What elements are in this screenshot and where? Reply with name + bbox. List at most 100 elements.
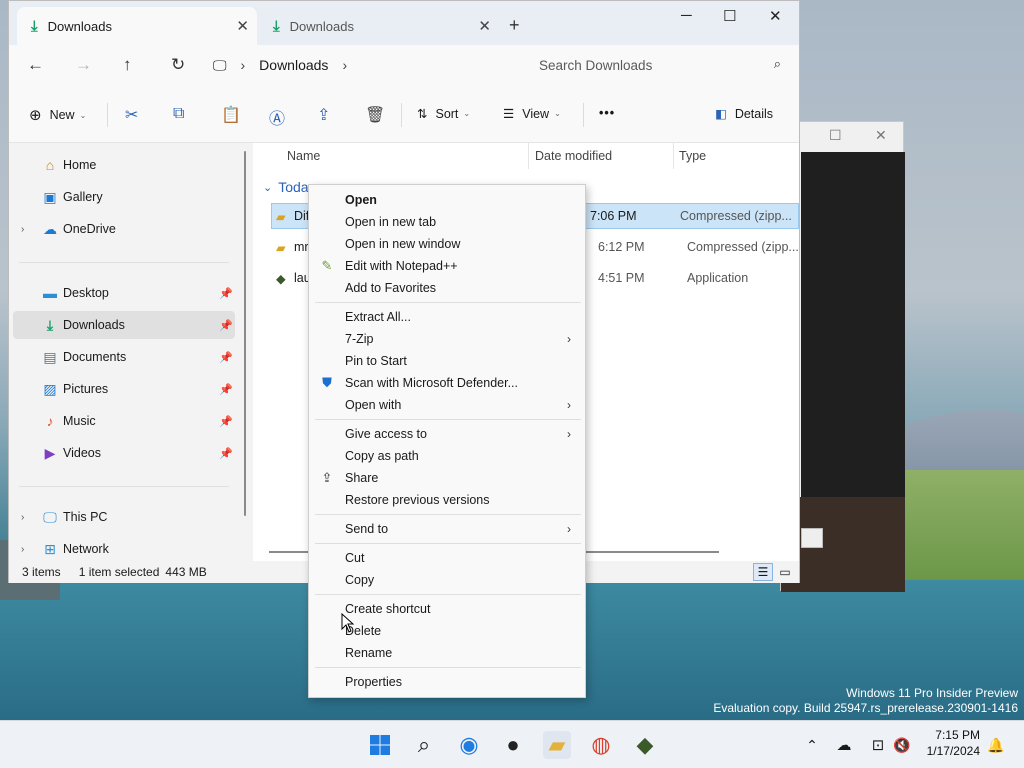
menu-item-give-access[interactable]: Give access to › bbox=[309, 423, 585, 445]
menu-item-add-favorites[interactable]: Add to Favorites bbox=[309, 277, 585, 299]
copy-icon[interactable]: ⧉ bbox=[173, 105, 184, 123]
expand-chevron-icon[interactable]: › bbox=[21, 512, 24, 523]
selection-count: 1 item selected bbox=[78, 565, 160, 579]
menu-item-restore-versions[interactable]: Restore previous versions bbox=[309, 489, 585, 511]
up-button[interactable]: ↑ bbox=[123, 55, 132, 75]
refresh-button[interactable]: ↻ bbox=[171, 55, 185, 75]
expand-chevron-icon[interactable]: › bbox=[21, 224, 24, 235]
chrome-icon[interactable]: ◍ bbox=[587, 731, 615, 759]
menu-item-scan-defender[interactable]: ⛊ Scan with Microsoft Defender... bbox=[309, 372, 585, 394]
sidebar-item-downloads[interactable]: ⤓ Downloads 📌 bbox=[13, 311, 235, 339]
menu-item-open[interactable]: Open bbox=[309, 189, 585, 211]
close-tab-icon[interactable]: ✕ bbox=[478, 17, 491, 35]
pin-icon[interactable]: 📌 bbox=[219, 319, 233, 332]
menu-item-send-to[interactable]: Send to › bbox=[309, 518, 585, 540]
menu-item-edit-notepad[interactable]: ✎ Edit with Notepad++ bbox=[309, 255, 585, 277]
search-input[interactable]: Search Downloads ⌕ bbox=[525, 50, 793, 80]
address-bar[interactable]: 🖵 › Downloads › bbox=[213, 50, 513, 80]
windows-start-icon[interactable] bbox=[366, 731, 394, 759]
chevron-down-icon: ⌄ bbox=[263, 181, 273, 194]
cut-icon[interactable]: ✂ bbox=[125, 105, 138, 125]
pin-icon[interactable]: 📌 bbox=[219, 383, 233, 396]
sidebar-item-network[interactable]: › ⊞ Network bbox=[9, 535, 235, 563]
menu-item-cut[interactable]: Cut bbox=[309, 547, 585, 569]
share-icon[interactable]: ⇪ bbox=[317, 105, 330, 125]
sidebar-item-onedrive[interactable]: › ☁ OneDrive bbox=[9, 215, 235, 243]
new-button[interactable]: ⊕ New ⌄ bbox=[29, 106, 86, 124]
more-options-button[interactable]: ••• bbox=[599, 106, 615, 120]
details-view-icon[interactable]: ☰ bbox=[753, 563, 773, 581]
pin-icon[interactable]: 📌 bbox=[219, 447, 233, 460]
pin-icon[interactable]: 📌 bbox=[219, 351, 233, 364]
chevron-up-icon[interactable]: ⌃ bbox=[798, 731, 826, 759]
details-button[interactable]: ◧ Details bbox=[715, 106, 773, 122]
menu-item-copy[interactable]: Copy bbox=[309, 569, 585, 591]
tiles-view-icon[interactable]: ▭ bbox=[775, 563, 795, 581]
submenu-arrow-icon: › bbox=[567, 398, 571, 412]
breadcrumb-chevron-icon[interactable]: › bbox=[342, 57, 347, 73]
watermark: Windows 11 Pro Insider Preview Evaluatio… bbox=[713, 686, 1018, 716]
tab-downloads[interactable]: ⤓ Downloads ✕ bbox=[259, 7, 499, 45]
menu-item-open-with[interactable]: Open with › bbox=[309, 394, 585, 416]
sidebar-item-pictures[interactable]: ▨ Pictures 📌 bbox=[9, 375, 235, 403]
column-divider[interactable] bbox=[673, 143, 674, 169]
sidebar-item-label: Network bbox=[63, 542, 109, 556]
new-tab-button[interactable]: + bbox=[509, 15, 520, 36]
menu-item-pin-start[interactable]: Pin to Start bbox=[309, 350, 585, 372]
background-window-button[interactable] bbox=[801, 528, 823, 548]
sidebar-item-music[interactable]: ♪ Music 📌 bbox=[9, 407, 235, 435]
column-header-type[interactable]: Type bbox=[679, 149, 706, 163]
sidebar-item-home[interactable]: ⌂ Home bbox=[9, 151, 235, 179]
sort-button[interactable]: ⇅ Sort ⌄ bbox=[417, 106, 470, 122]
expand-chevron-icon[interactable]: › bbox=[21, 544, 24, 555]
maximize-icon[interactable]: ☐ bbox=[829, 127, 842, 144]
sidebar-scrollbar[interactable] bbox=[244, 151, 246, 516]
close-button[interactable]: ✕ bbox=[769, 7, 782, 25]
tab-bar: ⤓ Downloads ✕ ⤓ Downloads ✕ + ─ ☐ ✕ bbox=[9, 1, 799, 45]
column-header-date[interactable]: Date modified bbox=[535, 149, 612, 163]
notification-bell-icon[interactable]: 🔔 bbox=[982, 731, 1010, 759]
clock[interactable]: 7:15 PM 1/17/2024 bbox=[927, 727, 980, 759]
pin-icon[interactable]: 📌 bbox=[219, 287, 233, 300]
tab-downloads-active[interactable]: ⤓ Downloads ✕ bbox=[17, 7, 257, 45]
group-header-today[interactable]: ⌄ Toda bbox=[263, 179, 309, 195]
minimize-button[interactable]: ─ bbox=[681, 7, 692, 24]
pin-icon[interactable]: 📌 bbox=[219, 415, 233, 428]
menu-item-copy-path[interactable]: Copy as path bbox=[309, 445, 585, 467]
menu-separator bbox=[315, 302, 581, 303]
obs-icon[interactable]: ● bbox=[499, 731, 527, 759]
menu-item-properties[interactable]: Properties bbox=[309, 671, 585, 693]
file-explorer-icon[interactable]: ▰ bbox=[543, 731, 571, 759]
onedrive-status-icon[interactable]: ☁ bbox=[830, 731, 858, 759]
sidebar-item-documents[interactable]: ▤ Documents 📌 bbox=[9, 343, 235, 371]
menu-item-rename[interactable]: Rename bbox=[309, 642, 585, 664]
column-header-name[interactable]: Name bbox=[287, 149, 320, 163]
back-button[interactable]: ← bbox=[27, 55, 44, 75]
volume-icon[interactable]: 🔇 bbox=[888, 731, 916, 759]
view-button[interactable]: ☰ View ⌄ bbox=[503, 106, 561, 122]
minecraft-icon[interactable]: ◆ bbox=[631, 731, 659, 759]
sidebar-item-desktop[interactable]: ▬ Desktop 📌 bbox=[9, 279, 235, 307]
sidebar-item-this-pc[interactable]: › 🖵 This PC bbox=[9, 503, 235, 531]
sidebar-item-gallery[interactable]: ▣ Gallery bbox=[9, 183, 235, 211]
menu-item-open-new-tab[interactable]: Open in new tab bbox=[309, 211, 585, 233]
edge-preview-icon[interactable]: ◉ bbox=[455, 731, 483, 759]
menu-item-share[interactable]: ⇪ Share bbox=[309, 467, 585, 489]
menu-item-7zip[interactable]: 7-Zip › bbox=[309, 328, 585, 350]
menu-item-label: Open bbox=[345, 193, 377, 207]
close-icon[interactable]: ✕ bbox=[875, 127, 887, 144]
delete-icon[interactable]: 🗑 bbox=[365, 105, 385, 125]
maximize-button[interactable]: ☐ bbox=[723, 7, 736, 25]
rename-icon[interactable]: Ⓐ bbox=[269, 105, 285, 129]
chevron-down-icon: ⌄ bbox=[554, 109, 561, 118]
column-divider[interactable] bbox=[528, 143, 529, 169]
breadcrumb-chevron-icon[interactable]: › bbox=[241, 57, 246, 73]
paste-icon[interactable]: 📋 bbox=[221, 105, 241, 125]
sidebar-item-videos[interactable]: ▶ Videos 📌 bbox=[9, 439, 235, 467]
menu-item-extract-all[interactable]: Extract All... bbox=[309, 306, 585, 328]
search-icon[interactable]: ⌕ bbox=[410, 731, 438, 759]
breadcrumb-downloads[interactable]: Downloads bbox=[259, 57, 328, 73]
close-tab-icon[interactable]: ✕ bbox=[236, 17, 249, 35]
forward-button[interactable]: → bbox=[75, 55, 92, 75]
menu-item-open-new-window[interactable]: Open in new window bbox=[309, 233, 585, 255]
